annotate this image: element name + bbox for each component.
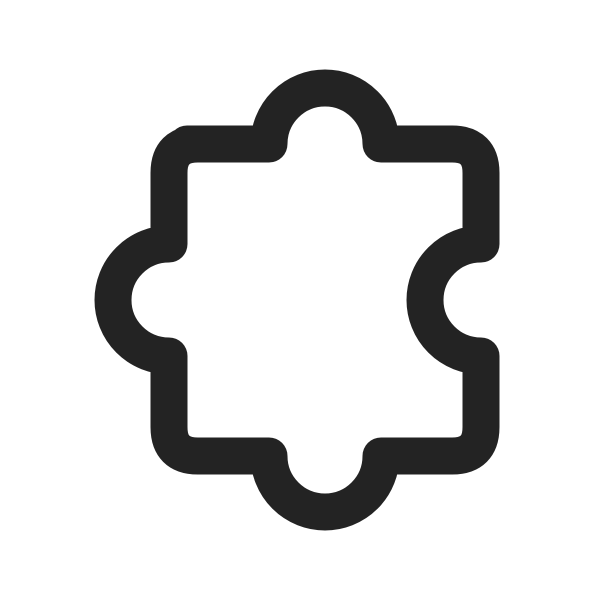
- puzzle-piece-icon: [0, 0, 600, 600]
- puzzle-piece-outline: [94, 69, 500, 531]
- puzzle-piece-graphic: [94, 69, 500, 531]
- icon-canvas: [0, 0, 600, 600]
